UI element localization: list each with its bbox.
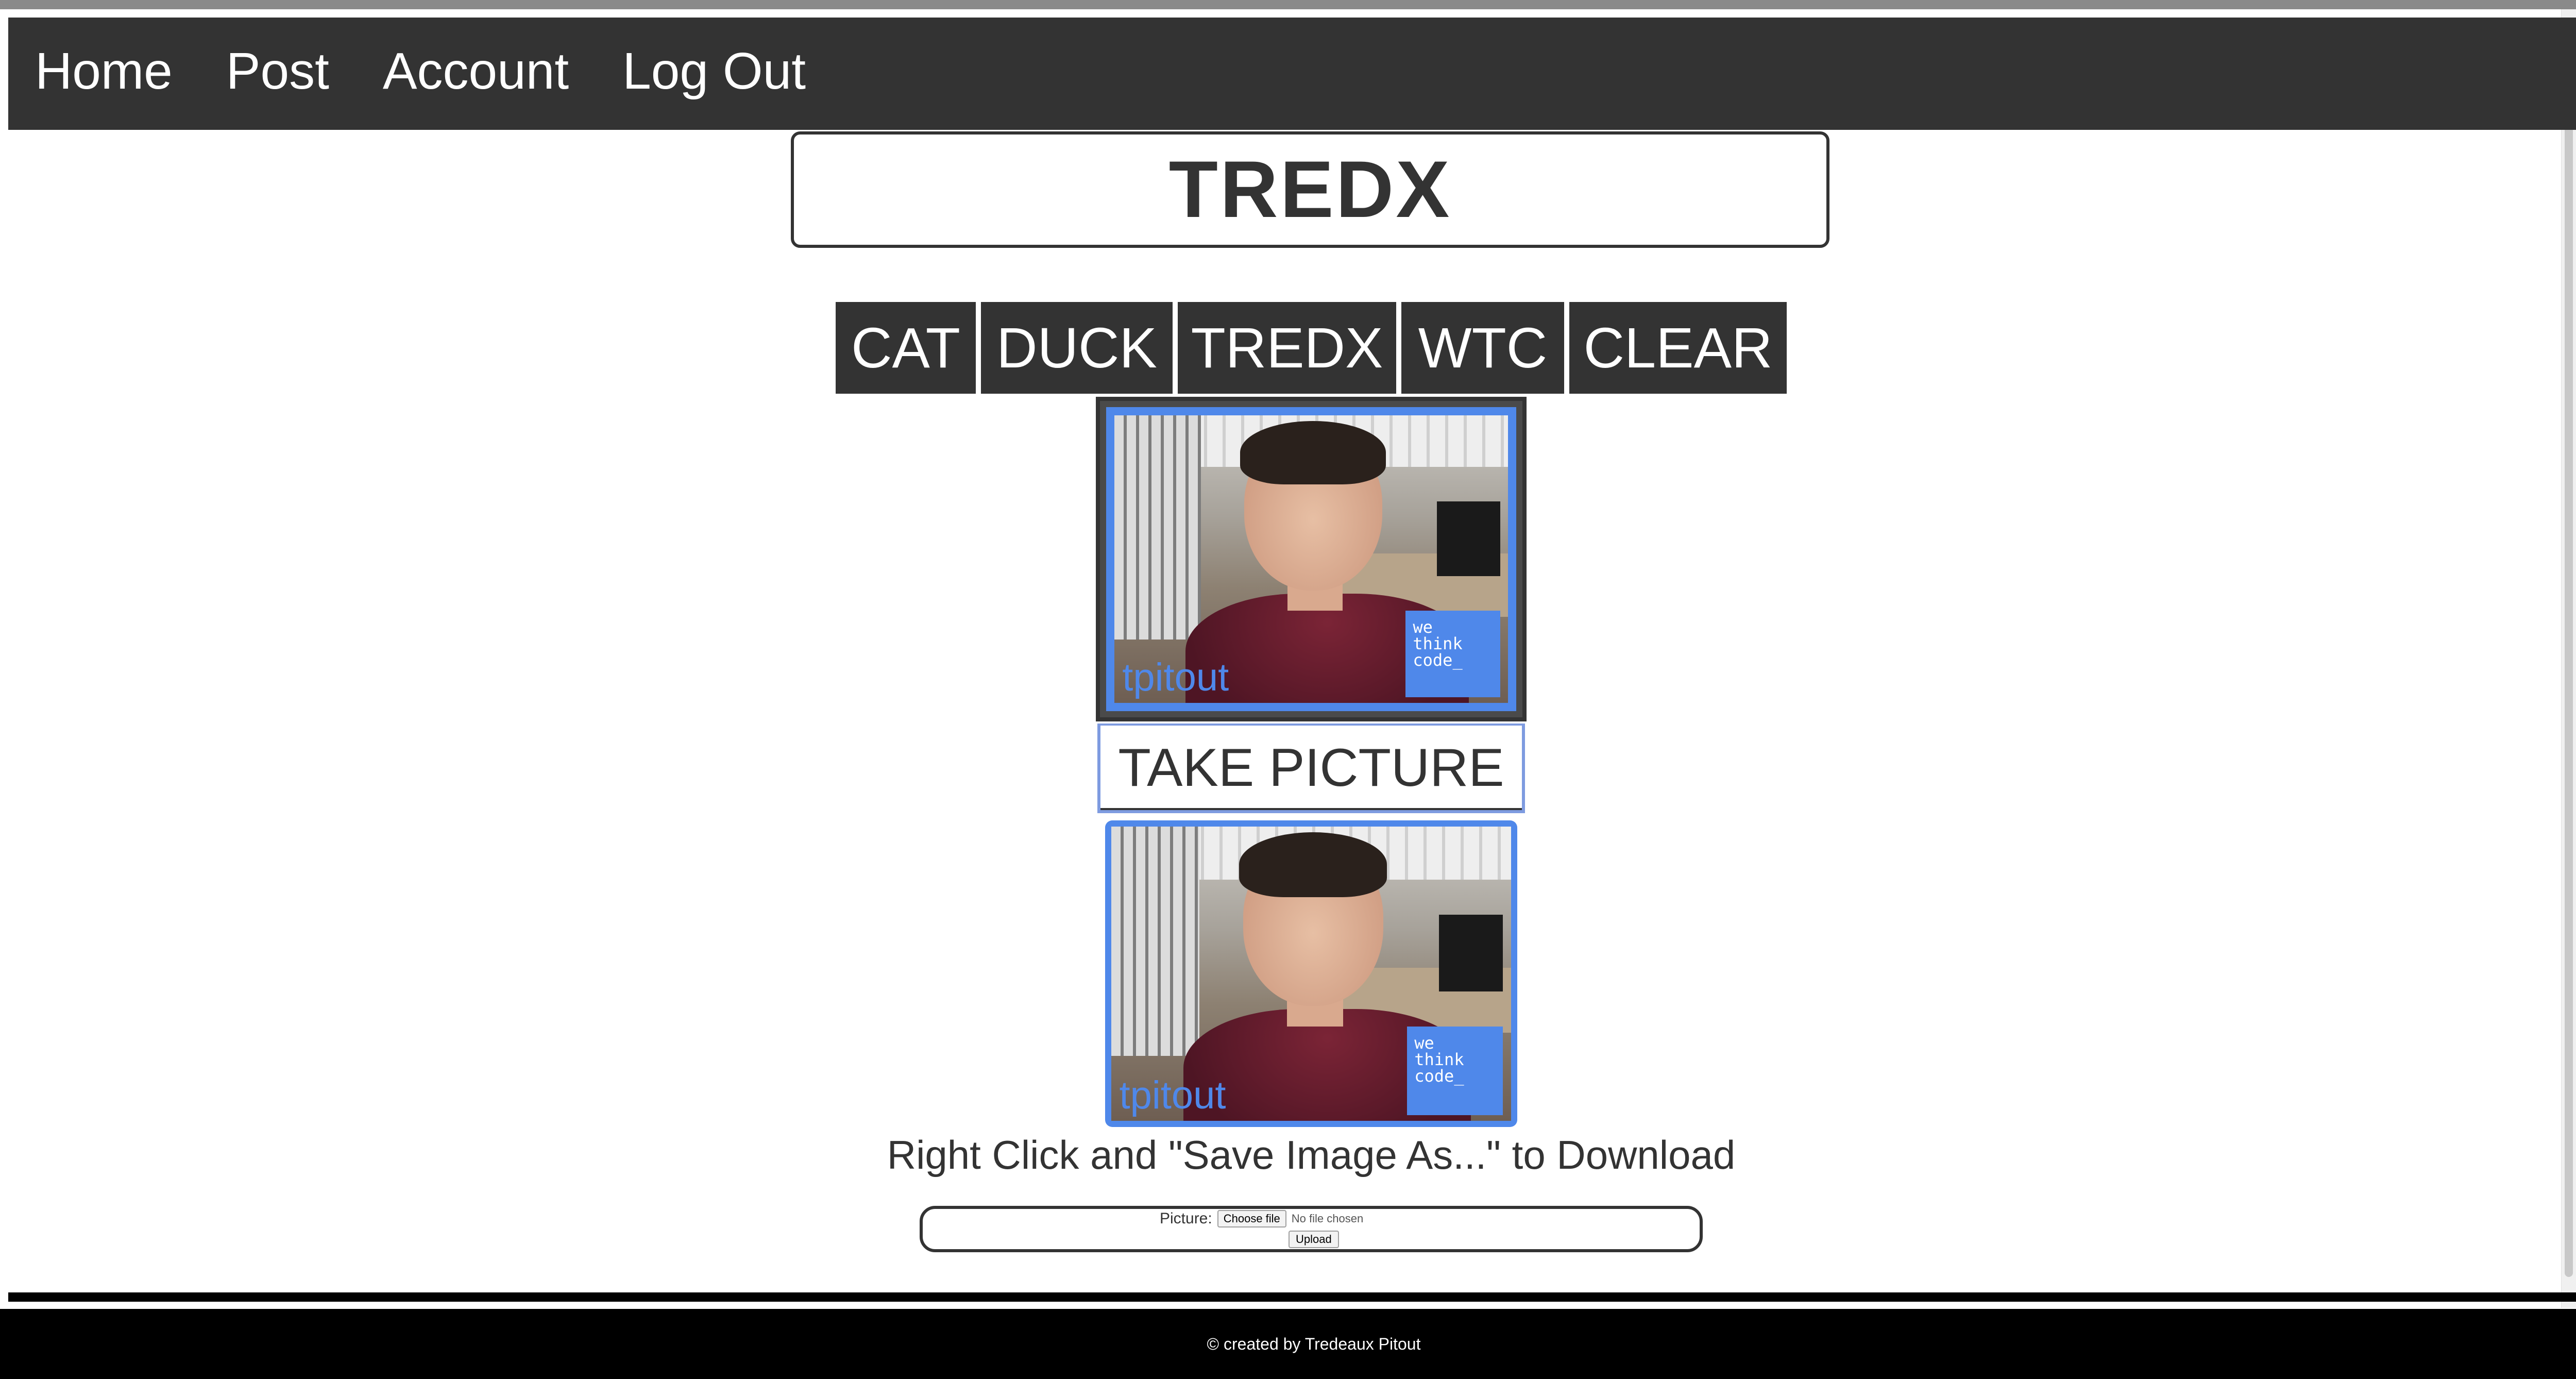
page-footer: © created by Tredeaux Pitout [0, 1309, 2576, 1379]
filter-button-row: CAT DUCK TREDX WTC CLEAR [836, 302, 1787, 394]
captured-image-frame[interactable]: we think code_ tpitout [1105, 820, 1517, 1127]
filter-wtc-button[interactable]: WTC [1401, 302, 1564, 394]
tpitout-overlay-sticker: tpitout [1122, 655, 1229, 699]
filter-cat-button[interactable]: CAT [836, 302, 976, 394]
footer-divider [8, 1292, 2576, 1302]
photo-monitor [1437, 501, 1500, 577]
picture-label: Picture: [1160, 1210, 1212, 1227]
nav-logout-link[interactable]: Log Out [622, 45, 806, 102]
overlay-logo-line-3: code_ [1414, 1066, 1464, 1086]
webcam-preview-border: we think code_ tpitout [1106, 407, 1516, 711]
upload-file-row: Picture: Choose file No file chosen [1160, 1210, 1363, 1227]
no-file-chosen-text: No file chosen [1291, 1212, 1364, 1225]
photo-person-hair [1239, 832, 1387, 898]
photo-monitor [1439, 915, 1503, 991]
nav-account-link[interactable]: Account [383, 45, 569, 102]
filter-clear-button[interactable]: CLEAR [1569, 302, 1787, 394]
filter-duck-button[interactable]: DUCK [981, 302, 1173, 394]
webcam-video-feed: we think code_ tpitout [1114, 415, 1508, 703]
upload-form: Picture: Choose file No file chosen Uplo… [920, 1206, 1703, 1252]
photo-window [1111, 827, 1199, 1056]
footer-credit: © created by Tredeaux Pitout [1207, 1334, 1421, 1353]
overlay-logo-line-1: we [1413, 617, 1433, 637]
scrollbar-thumb[interactable] [2565, 30, 2573, 1277]
choose-file-button[interactable]: Choose file [1217, 1210, 1286, 1227]
overlay-logo-line-1: we [1414, 1033, 1434, 1053]
webcam-preview-frame: we think code_ tpitout [1096, 397, 1527, 721]
download-instructions: Right Click and "Save Image As..." to Do… [887, 1132, 1736, 1178]
top-navbar: Home Post Account Log Out [8, 18, 2576, 130]
captured-image[interactable]: we think code_ tpitout [1111, 827, 1511, 1121]
photo-window [1114, 415, 1201, 640]
overlay-logo-line-2: think [1413, 634, 1463, 654]
site-title-box: TREDX [791, 131, 1829, 248]
filter-tredx-button[interactable]: TREDX [1178, 302, 1396, 394]
tpitout-overlay-sticker: tpitout [1119, 1073, 1226, 1117]
photo-person-hair [1240, 421, 1386, 484]
wethinkcode-overlay-sticker: we think code_ [1407, 1027, 1503, 1115]
upload-button[interactable]: Upload [1289, 1231, 1339, 1248]
vertical-scrollbar[interactable] [2561, 9, 2576, 1308]
window-top-strip [0, 0, 2576, 9]
overlay-logo-line-2: think [1414, 1050, 1464, 1070]
nav-home-link[interactable]: Home [35, 45, 173, 102]
nav-post-link[interactable]: Post [226, 45, 329, 102]
wethinkcode-overlay-sticker: we think code_ [1405, 611, 1500, 697]
site-title: TREDX [1168, 144, 1452, 234]
overlay-logo-line-3: code_ [1413, 650, 1463, 670]
take-picture-button[interactable]: TAKE PICTURE [1097, 724, 1525, 813]
